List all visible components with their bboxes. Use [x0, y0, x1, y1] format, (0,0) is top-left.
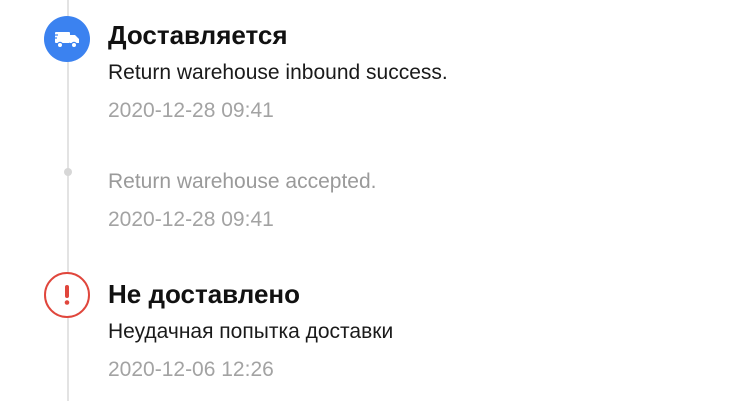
- timeline-event: Return warehouse accepted. 2020-12-28 09…: [108, 169, 730, 233]
- event-description: Return warehouse accepted.: [108, 170, 377, 193]
- event-timestamp: 2020-12-28 09:41: [108, 208, 274, 231]
- dot-icon: [64, 168, 72, 176]
- event-description: Неудачная попытка доставки: [108, 320, 394, 343]
- event-status-title: Не доставлено: [108, 279, 301, 309]
- timeline-event: Не доставлено Неудачная попытка доставки…: [108, 279, 730, 383]
- event-description: Return warehouse inbound success.: [108, 61, 448, 84]
- event-status-title: Доставляется: [108, 20, 288, 50]
- exclamation-icon: [44, 272, 90, 318]
- event-timestamp: 2020-12-28 09:41: [108, 99, 274, 122]
- truck-icon: [44, 16, 90, 62]
- event-timestamp: 2020-12-06 12:26: [108, 358, 274, 381]
- timeline-event: Доставляется Return warehouse inbound su…: [108, 20, 730, 124]
